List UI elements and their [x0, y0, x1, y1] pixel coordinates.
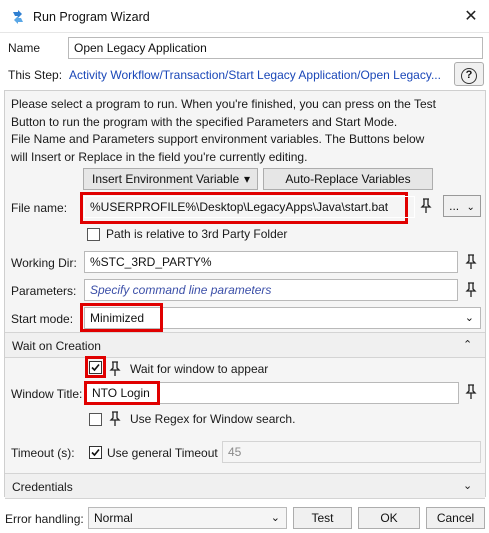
- chevron-down-icon: ⌄: [464, 312, 474, 324]
- chevron-down-icon: ⌄: [270, 512, 280, 524]
- wait-for-window-label: Wait for window to appear: [130, 362, 269, 376]
- instruction-line: File Name and Parameters support environ…: [11, 132, 425, 146]
- error-handling-label: Error handling:: [5, 512, 84, 526]
- check-icon: [91, 363, 100, 372]
- error-handling-select[interactable]: Normal ⌄: [88, 507, 287, 529]
- pin-icon[interactable]: [108, 411, 122, 427]
- start-mode-label: Start mode:: [11, 312, 74, 326]
- instructions-text: Please select a program to run. When you…: [11, 96, 479, 166]
- pin-icon[interactable]: [464, 384, 478, 400]
- parameters-label: Parameters:: [11, 284, 77, 298]
- highlight-box: [84, 381, 160, 405]
- use-general-timeout-label: Use general Timeout: [107, 446, 218, 460]
- timeout-label: Timeout (s):: [11, 446, 75, 460]
- pin-icon[interactable]: [464, 282, 478, 298]
- help-button[interactable]: ?: [454, 62, 484, 86]
- instruction-line: Please select a program to run. When you…: [11, 97, 436, 111]
- wait-for-window-checkbox[interactable]: [89, 361, 102, 374]
- browse-button[interactable]: ... ⌄: [443, 195, 481, 217]
- insert-env-variable-label: Insert Environment Variable: [92, 172, 240, 186]
- this-step-label: This Step:: [8, 68, 63, 82]
- name-label: Name: [8, 41, 41, 55]
- window-title-label: Window Title:: [11, 387, 83, 401]
- highlight-box: [80, 303, 163, 332]
- file-name-field[interactable]: %USERPROFILE%\Desktop\LegacyApps\Java\st…: [84, 196, 415, 218]
- parameters-field[interactable]: Specify command line parameters: [84, 279, 458, 301]
- use-general-timeout-checkbox[interactable]: [89, 446, 102, 459]
- help-icon: ?: [461, 68, 477, 84]
- working-dir-label: Working Dir:: [11, 256, 77, 270]
- credentials-title: Credentials: [12, 480, 73, 494]
- pin-icon[interactable]: [108, 361, 122, 377]
- pin-icon[interactable]: [464, 254, 478, 270]
- instruction-line: will Insert or Replace in the field you'…: [11, 149, 308, 164]
- check-icon: [91, 448, 100, 457]
- insert-env-variable-button[interactable]: Insert Environment Variable ▾: [83, 168, 258, 190]
- wait-on-creation-header[interactable]: Wait on Creation ⌃: [5, 332, 485, 358]
- browse-label: ...: [449, 199, 460, 213]
- name-field[interactable]: Open Legacy Application: [68, 37, 483, 59]
- close-icon: ✕: [464, 8, 478, 25]
- chevron-down-icon: ⌄: [466, 202, 475, 213]
- working-dir-field[interactable]: %STC_3RD_PARTY%: [84, 251, 458, 273]
- use-regex-checkbox[interactable]: [89, 413, 102, 426]
- title-bar: Run Program Wizard ✕: [0, 0, 489, 33]
- wait-on-creation-title: Wait on Creation: [12, 339, 101, 353]
- instruction-line: Button to run the program with the speci…: [11, 114, 398, 129]
- caret-down-icon: ▾: [244, 172, 251, 186]
- auto-replace-variables-button[interactable]: Auto-Replace Variables: [263, 168, 433, 190]
- error-handling-value: Normal: [94, 511, 133, 525]
- app-icon: [13, 10, 23, 24]
- pin-icon[interactable]: [419, 198, 433, 214]
- timeout-field[interactable]: 45: [222, 441, 481, 463]
- window-title: Run Program Wizard: [33, 10, 150, 24]
- path-relative-label: Path is relative to 3rd Party Folder: [106, 227, 288, 241]
- use-regex-label: Use Regex for Window search.: [130, 412, 296, 426]
- file-name-label: File name:: [11, 201, 68, 215]
- credentials-header[interactable]: Credentials ⌄: [5, 473, 485, 499]
- close-button[interactable]: ✕: [459, 6, 483, 28]
- ok-button[interactable]: OK: [358, 507, 420, 529]
- chevron-down-icon: ⌄: [463, 480, 473, 492]
- cancel-button[interactable]: Cancel: [426, 507, 485, 529]
- path-relative-checkbox[interactable]: [87, 228, 100, 241]
- test-button[interactable]: Test: [293, 507, 352, 529]
- this-step-link[interactable]: Activity Workflow/Transaction/Start Lega…: [69, 68, 445, 82]
- chevron-up-icon: ⌃: [463, 339, 473, 351]
